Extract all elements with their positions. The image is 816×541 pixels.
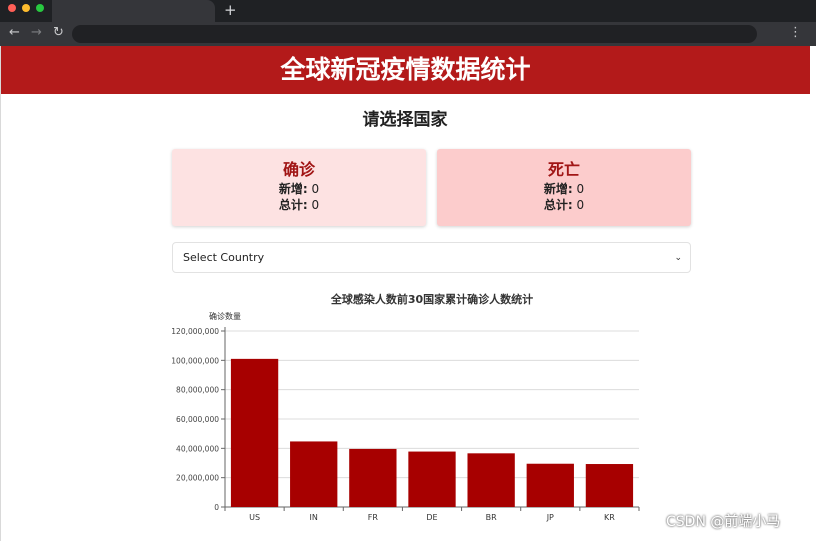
address-bar[interactable] [72,25,757,43]
bar-de [408,451,456,507]
deaths-card: 死亡 新增: 0 总计: 0 [437,149,691,226]
y-tick-label: 80,000,000 [176,386,219,395]
browser-toolbar: ← → ↻ ⋮ [0,22,816,46]
y-tick-label: 0 [214,503,219,512]
back-arrow-icon[interactable]: ← [9,25,20,41]
x-tick-label: BR [486,513,497,522]
y-tick-label: 120,000,000 [171,327,219,336]
country-select-value: Select Country [183,251,265,264]
watermark: CSDN @前端小马 [666,514,781,530]
browser-tab-bar: + [0,0,816,22]
bar-fr [349,448,397,507]
page-viewport: 全球新冠疫情数据统计 请选择国家 确诊 新增: 0 总计: 0 死亡 新增: 0… [0,46,810,541]
confirmed-new-line: 新增: 0 [172,181,426,197]
bar-in [290,441,338,507]
y-tick-label: 20,000,000 [176,474,219,483]
bar-kr [585,464,634,507]
bar-br [467,453,515,507]
x-tick-label: IN [310,513,318,522]
x-tick-label: KR [604,513,615,522]
deaths-new-label: 新增: [543,182,573,196]
deaths-total-label: 总计: [543,198,573,212]
confirmed-new-label: 新增: [278,182,308,196]
y-axis-label: 确诊数量 [209,311,241,321]
browser-menu-icon[interactable]: ⋮ [789,25,802,41]
deaths-total-value: 0 [576,198,585,212]
confirmed-total-value: 0 [311,198,320,212]
x-tick-label: DE [426,513,437,522]
x-tick-label: US [249,513,260,522]
bar-jp [526,463,574,507]
deaths-new-line: 新增: 0 [437,181,691,197]
top-countries-bar-chart: 全球感染人数前30国家累计确诊人数统计确诊数量 0 20,000,000 40,000… [171,292,640,522]
maximize-window-dot-icon[interactable] [36,4,44,12]
chart-title: 全球感染人数前30国家累计确诊人数统计 [330,292,533,306]
select-country-heading: 请选择国家 [362,110,448,130]
y-tick-label: 100,000,000 [171,356,219,365]
confirmed-card: 确诊 新增: 0 总计: 0 [172,149,426,226]
confirmed-total-label: 总计: [278,198,308,212]
country-select[interactable]: Select Country ⌄ [172,242,691,273]
bar-us [230,358,279,507]
deaths-card-title: 死亡 [547,160,580,179]
minimize-window-dot-icon[interactable] [22,4,30,12]
close-window-dot-icon[interactable] [8,4,16,12]
confirmed-card-title: 确诊 [282,160,315,179]
y-tick-label: 40,000,000 [176,444,219,453]
y-tick-label: 60,000,000 [176,415,219,424]
x-tick-label: FR [368,513,379,522]
active-tab[interactable] [52,0,215,22]
confirmed-total-line: 总计: 0 [172,197,426,213]
forward-arrow-icon[interactable]: → [31,25,42,41]
deaths-new-value: 0 [576,182,585,196]
reload-icon[interactable]: ↻ [53,25,64,41]
confirmed-new-value: 0 [311,182,320,196]
deaths-total-line: 总计: 0 [437,197,691,213]
new-tab-plus-icon[interactable]: + [224,1,237,19]
chevron-down-icon: ⌄ [674,253,682,263]
x-tick-label: JP [546,513,554,522]
page-title: 全球新冠疫情数据统计 [280,55,531,84]
page-header: 全球新冠疫情数据统计 [1,46,810,94]
